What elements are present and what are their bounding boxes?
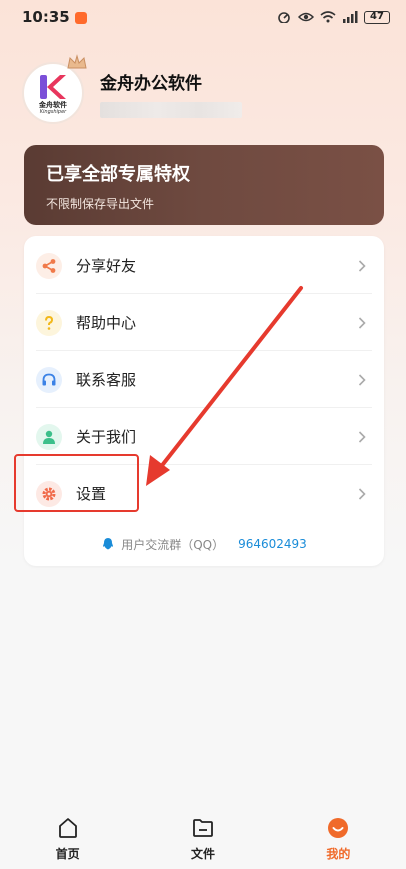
- nav-label: 文件: [190, 847, 215, 861]
- menu-item-support[interactable]: 联系客服: [24, 351, 384, 408]
- speed-icon: [278, 12, 290, 23]
- vip-subtitle: 不限制保存导出文件: [46, 197, 155, 211]
- nav-item-files[interactable]: 文件: [135, 806, 270, 869]
- avatar-text: 金舟软件: [39, 100, 67, 109]
- qq-number[interactable]: 964602493: [238, 537, 307, 551]
- menu-item-share[interactable]: 分享好友: [24, 237, 384, 294]
- avatar-subtext: Kingshiper: [39, 108, 67, 115]
- chevron-right-icon: [358, 259, 366, 272]
- status-time: 10:35: [22, 8, 70, 26]
- profile-section[interactable]: 金舟软件 Kingshiper 金舟办公软件: [22, 54, 242, 124]
- status-bar: 10:35 47: [0, 0, 406, 34]
- menu-item-label: 联系客服: [76, 371, 137, 389]
- bottom-nav: 首页 文件 我的: [0, 806, 406, 869]
- annotation-highlight-box: [14, 454, 139, 512]
- signal-icon: [343, 11, 358, 23]
- vip-title: 已享全部专属特权: [46, 164, 190, 185]
- chevron-right-icon: [358, 373, 366, 386]
- avatar[interactable]: 金舟软件 Kingshiper: [22, 54, 87, 124]
- vip-banner[interactable]: 已享全部专属特权 不限制保存导出文件: [24, 145, 384, 225]
- status-icons: 47: [276, 10, 390, 24]
- notification-icon: [74, 11, 87, 24]
- battery-indicator: 47: [364, 10, 390, 24]
- qq-icon: [103, 538, 114, 550]
- profile-icon: [328, 818, 349, 838]
- qq-label: 用户交流群（QQ）: [121, 537, 225, 552]
- home-icon: [58, 818, 77, 838]
- logo-icon: [40, 74, 66, 99]
- crown-icon: [67, 54, 87, 69]
- user-icon: [36, 423, 62, 450]
- menu-item-label: 关于我们: [76, 428, 137, 446]
- profile-name: 金舟办公软件: [100, 73, 202, 94]
- menu-item-help[interactable]: 帮助中心: [24, 294, 384, 351]
- help-icon: [36, 309, 62, 336]
- profile-id-blurred: [100, 101, 242, 118]
- qq-group-row[interactable]: 用户交流群（QQ） 964602493: [24, 534, 384, 554]
- chevron-right-icon: [358, 316, 366, 329]
- nav-label: 我的: [326, 847, 351, 861]
- nav-label: 首页: [55, 847, 80, 861]
- headset-icon: [36, 366, 62, 393]
- profile-info: 金舟办公软件: [100, 69, 242, 118]
- menu-item-label: 帮助中心: [76, 314, 137, 332]
- nav-item-me[interactable]: 我的: [271, 806, 406, 869]
- chevron-right-icon: [358, 430, 366, 443]
- chevron-right-icon: [358, 487, 366, 500]
- menu-card: 分享好友 帮助中心 联系客服 关于我们 设置 用户交流群（QQ） 9646024…: [24, 236, 384, 566]
- menu-item-label: 分享好友: [76, 257, 137, 275]
- eye-icon: [298, 12, 314, 22]
- nav-item-home[interactable]: 首页: [0, 806, 135, 869]
- wifi-icon: [320, 11, 336, 23]
- folder-icon: [193, 819, 213, 837]
- share-icon: [36, 252, 62, 279]
